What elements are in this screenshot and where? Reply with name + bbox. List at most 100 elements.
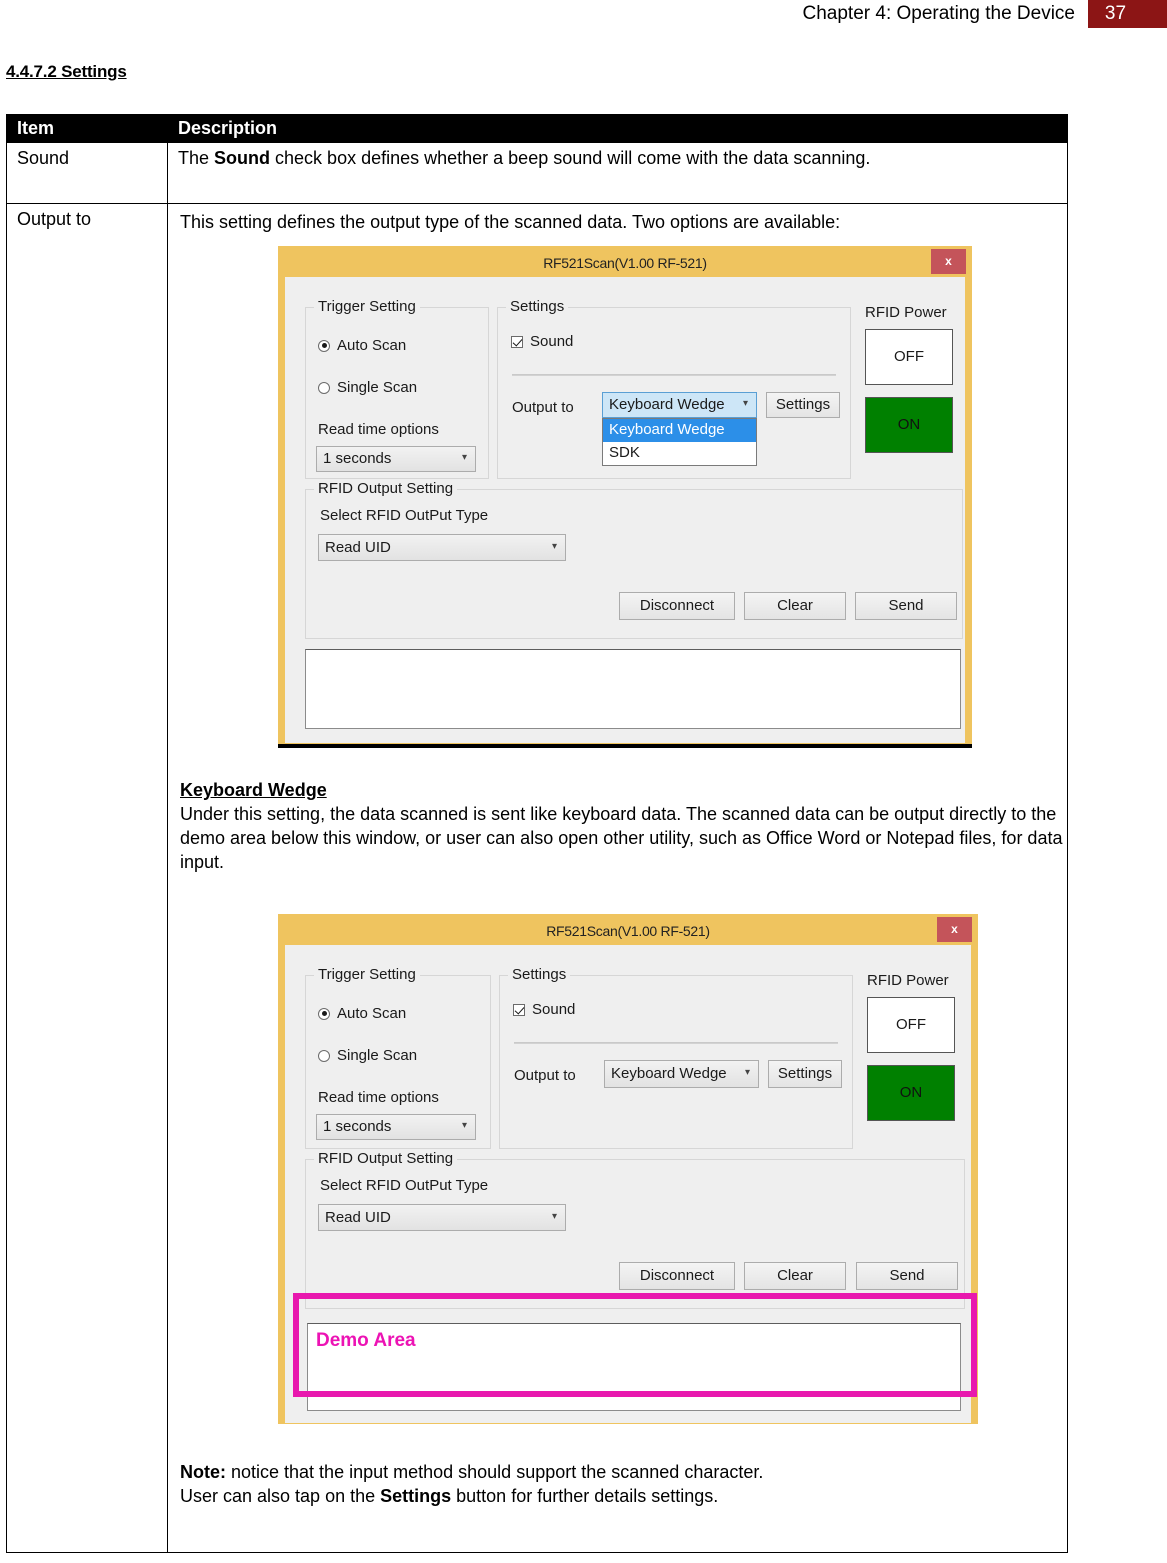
radio-icon-auto-scan-1[interactable] [318, 339, 330, 352]
output-to-combobox-1[interactable]: Keyboard Wedge ▾ [602, 392, 757, 419]
rfid-power-on-button-2[interactable]: ON [867, 1065, 955, 1122]
radio-single-scan-1[interactable]: Single Scan [318, 378, 417, 397]
read-time-options-value-2: 1 seconds [323, 1118, 392, 1136]
checkbox-icon-sound-1[interactable] [511, 335, 523, 348]
window-body-1: Trigger Setting Auto Scan Single Scan Re… [285, 277, 965, 744]
checkbox-sound-1[interactable]: Sound [511, 332, 573, 351]
rfid-output-setting-legend-2: RFID Output Setting [314, 1149, 458, 1169]
note-block: Note: notice that the input method shoul… [180, 1460, 1070, 1508]
window-title-1: RF521Scan(V1.00 RF-521) [543, 255, 707, 272]
select-rfid-output-type-label-2: Select RFID OutPut Type [320, 1177, 489, 1195]
chevron-down-icon: ▾ [461, 451, 467, 463]
chevron-down-icon: ▾ [551, 540, 557, 552]
rfid-output-setting-group-1: RFID Output Setting Select RFID OutPut T… [305, 479, 963, 640]
checkbox-sound-2[interactable]: Sound [513, 1000, 575, 1019]
settings-group-2: Settings Sound Output to Keyboard Wedge … [499, 965, 853, 1150]
settings-button-1[interactable]: Settings [766, 392, 840, 419]
radio-label-single-scan-1: Single Scan [337, 379, 418, 397]
rfid-output-setting-legend-1: RFID Output Setting [314, 479, 458, 499]
dropdown-option-keyboard-wedge[interactable]: Keyboard Wedge [603, 419, 756, 443]
radio-icon-auto-scan-2[interactable] [318, 1007, 330, 1020]
settings-divider-1 [512, 374, 836, 377]
rfid-power-off-button-2[interactable]: OFF [867, 997, 955, 1054]
radio-label-auto-scan-1: Auto Scan [337, 337, 407, 355]
radio-auto-scan-1[interactable]: Auto Scan [318, 336, 406, 355]
rf521scan-window-1[interactable]: RF521Scan(V1.00 RF-521) x Trigger Settin… [278, 246, 972, 745]
window-body-2: Trigger Setting Auto Scan Single Scan Re… [285, 945, 971, 1424]
rfid-power-off-button-1[interactable]: OFF [865, 329, 953, 386]
clear-button-1[interactable]: Clear [744, 592, 846, 621]
read-time-options-combobox-1[interactable]: 1 seconds ▾ [316, 446, 476, 473]
chevron-down-icon: ▾ [551, 1210, 557, 1222]
read-time-options-value-1: 1 seconds [323, 450, 392, 468]
settings-button-2[interactable]: Settings [768, 1060, 842, 1089]
clear-button-2[interactable]: Clear [744, 1262, 846, 1291]
sound-desc-suffix: check box defines whether a beep sound w… [270, 148, 871, 169]
title-bar-2[interactable]: RF521Scan(V1.00 RF-521) x [284, 917, 972, 946]
output-to-label-2: Output to [514, 1067, 576, 1085]
radio-label-auto-scan-2: Auto Scan [337, 1005, 407, 1023]
rfid-power-on-button-1[interactable]: ON [865, 397, 953, 454]
note-line-2-suffix: button for further details settings. [451, 1486, 719, 1507]
disconnect-button-1[interactable]: Disconnect [619, 592, 735, 621]
radio-auto-scan-2[interactable]: Auto Scan [318, 1004, 406, 1023]
window-title-2: RF521Scan(V1.00 RF-521) [546, 923, 710, 940]
rf521scan-window-2[interactable]: RF521Scan(V1.00 RF-521) x Trigger Settin… [278, 914, 978, 1425]
note-line-2: User can also tap on the Settings button… [180, 1484, 1070, 1508]
read-time-options-combobox-2[interactable]: 1 seconds ▾ [316, 1114, 476, 1141]
checkbox-label-sound-1: Sound [530, 333, 574, 351]
settings-legend-2: Settings [508, 965, 571, 985]
trigger-setting-group-2: Trigger Setting Auto Scan Single Scan Re… [305, 965, 491, 1150]
output-to-combobox-2[interactable]: Keyboard Wedge ▾ [604, 1060, 759, 1089]
page-number-badge: 37 [1088, 0, 1167, 28]
sound-desc-bold: Sound [214, 148, 271, 169]
checkbox-label-sound-2: Sound [532, 1001, 576, 1019]
settings-table: Item Description Sound The Sound check b… [6, 113, 1070, 1554]
output-to-value-2: Keyboard Wedge [611, 1065, 727, 1083]
table-row: Sound The Sound check box defines whethe… [6, 142, 1068, 205]
read-time-options-label-2: Read time options [318, 1089, 439, 1107]
radio-single-scan-2[interactable]: Single Scan [318, 1046, 417, 1065]
radio-icon-single-scan-1[interactable] [318, 381, 330, 394]
note-label: Note: [180, 1462, 226, 1483]
radio-icon-single-scan-2[interactable] [318, 1049, 330, 1062]
trigger-setting-legend-1: Trigger Setting [314, 297, 420, 317]
output-to-value-1: Keyboard Wedge [609, 396, 725, 414]
row-item-sound: Sound [6, 142, 168, 205]
rfid-output-type-value-2: Read UID [325, 1208, 391, 1226]
table-header-row: Item Description [6, 113, 1068, 144]
keyboard-wedge-title: Keyboard Wedge [180, 780, 327, 801]
select-rfid-output-type-label-1: Select RFID OutPut Type [320, 507, 489, 525]
rfid-output-setting-group-2: RFID Output Setting Select RFID OutPut T… [305, 1149, 965, 1310]
column-header-description: Description [167, 113, 1068, 144]
note-line-1-text: notice that the input method should supp… [226, 1462, 764, 1483]
page-number: 37 [1104, 3, 1127, 24]
keyboard-wedge-paragraph: Under this setting, the data scanned is … [180, 804, 1063, 873]
read-time-options-label-1: Read time options [318, 421, 439, 439]
radio-label-single-scan-2: Single Scan [337, 1047, 418, 1065]
disconnect-button-2[interactable]: Disconnect [619, 1262, 735, 1291]
rfid-output-type-combobox-2[interactable]: Read UID ▾ [318, 1204, 566, 1232]
note-line-1: Note: notice that the input method shoul… [180, 1460, 1070, 1484]
rfid-output-type-value-1: Read UID [325, 538, 391, 556]
chevron-down-icon: ▾ [742, 397, 748, 409]
rfid-output-type-combobox-1[interactable]: Read UID ▾ [318, 534, 566, 562]
rfid-power-panel-1: RFID Power OFF ON [861, 303, 961, 473]
settings-group-1: Settings Sound Output to Keyboard Wedge … [497, 297, 851, 480]
send-button-1[interactable]: Send [855, 592, 957, 621]
output-to-intro: This setting defines the output type of … [180, 212, 841, 233]
demo-area-textarea[interactable]: Demo Area [307, 1323, 961, 1412]
output-textarea-1[interactable] [305, 649, 961, 730]
checkbox-icon-sound-2[interactable] [513, 1003, 525, 1016]
table-row: Output to This setting defines the outpu… [6, 203, 1070, 1554]
settings-legend-1: Settings [506, 297, 569, 317]
send-button-2[interactable]: Send [856, 1262, 958, 1291]
rfid-power-label-1: RFID Power [865, 304, 947, 322]
title-bar-1[interactable]: RF521Scan(V1.00 RF-521) x [284, 249, 966, 278]
output-to-dropdown-list-1[interactable]: Keyboard Wedge SDK [602, 418, 757, 467]
close-icon[interactable]: x [937, 917, 972, 943]
dropdown-option-sdk[interactable]: SDK [603, 442, 756, 465]
close-icon[interactable]: x [931, 249, 966, 275]
trigger-setting-legend-2: Trigger Setting [314, 965, 420, 985]
page-header: Chapter 4: Operating the Device 37 [0, 0, 1167, 28]
